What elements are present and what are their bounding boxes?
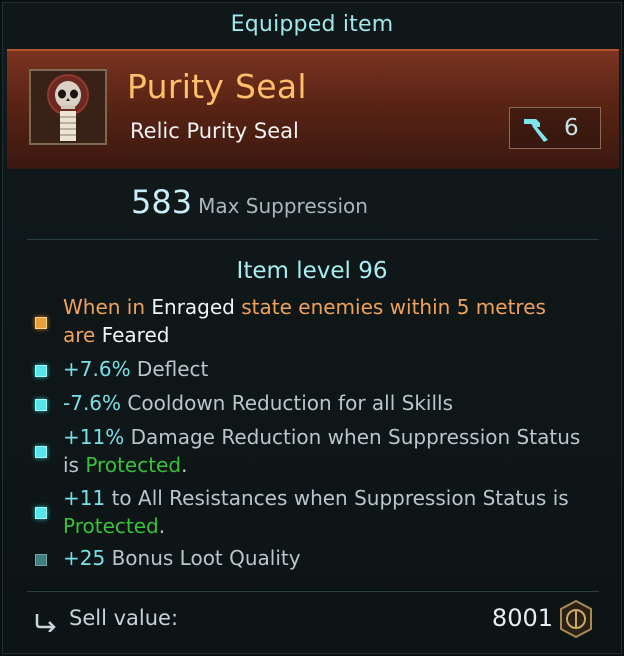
item-subtitle: Relic Purity Seal (130, 119, 299, 143)
divider (27, 591, 599, 592)
property-label: . (158, 514, 166, 538)
property-bullet (35, 446, 47, 458)
property-value: +7.6% (63, 357, 131, 381)
main-stat: 583 Max Suppression (131, 183, 368, 221)
sell-value-row: Sell value: 8001 (33, 600, 593, 638)
property-value: +11% (63, 425, 125, 449)
property-all-resistances: +11 to All Resistances when Suppression … (63, 484, 603, 540)
property-enraged-fear: When in Enraged state enemies within 5 m… (63, 293, 603, 349)
item-level-heading: Item level 96 (236, 258, 388, 284)
property-value: +11 (63, 486, 106, 510)
property-loot-quality: +25 Bonus Loot Quality (63, 544, 603, 572)
hammer-icon (524, 119, 548, 142)
property-text: state enemies within 5 metres (234, 295, 546, 319)
item-hero-banner: Purity Seal Relic Purity Seal 6 (7, 49, 619, 169)
item-tooltip-panel: Equipped item Purity Seal Relic Purity S… (2, 2, 622, 654)
property-label: Damage Reduction when Suppression Status (124, 425, 581, 449)
property-keyword: Enraged (151, 295, 235, 319)
main-stat-value: 583 (131, 183, 193, 221)
divider (27, 239, 599, 240)
property-cooldown: -7.6% Cooldown Reduction for all Skills (63, 389, 603, 417)
property-text: are (63, 323, 102, 347)
main-stat-label: Max Suppression (198, 194, 368, 218)
status-keyword: Protected (85, 453, 182, 477)
property-bullet (35, 554, 47, 566)
item-name: Purity Seal (127, 67, 307, 106)
property-value: -7.6% (63, 391, 122, 415)
status-keyword: Protected (63, 514, 159, 538)
property-bullet (35, 365, 47, 377)
property-bullet (35, 507, 47, 519)
skull-seal-icon (29, 69, 107, 145)
sell-value: 8001 (491, 604, 553, 632)
sell-label: Sell value: (69, 606, 179, 630)
property-damage-reduction: +11% Damage Reduction when Suppression S… (63, 423, 603, 479)
property-keyword: Feared (101, 323, 170, 347)
property-text: When in (63, 295, 152, 319)
upgrade-level-value: 6 (564, 115, 579, 141)
property-label: Deflect (130, 357, 209, 381)
property-label: to All Resistances when Suppression Stat… (105, 486, 569, 510)
coin-icon (560, 600, 592, 638)
property-deflect: +7.6% Deflect (63, 355, 603, 383)
upgrade-level-badge: 6 (509, 107, 601, 149)
tooltip-title: Equipped item (230, 12, 394, 37)
property-value: +25 (63, 546, 106, 570)
property-label: is (63, 453, 86, 477)
property-bullet (35, 317, 47, 329)
property-label: . (181, 453, 188, 477)
property-label: Cooldown Reduction for all Skills (121, 391, 453, 415)
property-label: Bonus Loot Quality (105, 546, 301, 570)
tooltip-header: Equipped item (3, 3, 621, 49)
return-arrow-icon (35, 614, 56, 632)
property-bullet (35, 399, 47, 411)
